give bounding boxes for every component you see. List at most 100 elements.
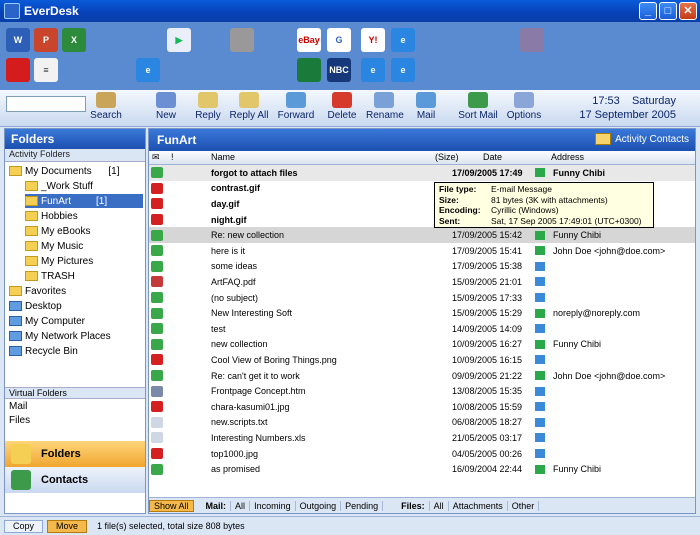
virtual-folder-mail[interactable]: Mail [5,399,145,413]
filter-pending[interactable]: Pending [341,500,384,511]
ie-icon[interactable]: e [391,58,415,82]
sort-mail-button[interactable]: Sort Mail [458,92,498,126]
table-row[interactable]: chara-kasumi01.jpg 10/08/2005 15:59 [149,399,695,415]
message-icon [151,338,163,350]
ie-icon[interactable]: e [391,28,415,52]
row-name: contrast.gif [211,183,261,194]
copy-button[interactable]: Copy [4,519,44,533]
anime-photo-icon[interactable] [520,28,544,52]
attachment-col-icon[interactable]: ! [171,152,174,162]
paint-splash-icon[interactable] [6,58,30,82]
col-size[interactable]: (Size) [435,152,459,162]
table-row[interactable]: test 14/09/2005 14:09 [149,321,695,337]
table-row[interactable]: Interesting Numbers.xls 21/05/2005 03:17 [149,430,695,446]
filter-other[interactable]: Other [508,500,540,511]
table-row[interactable]: Re: new collection 17/09/2005 15:42 Funny … [149,227,695,243]
ie-icon[interactable]: e [136,58,160,82]
ie-icon[interactable]: e [361,58,385,82]
tree-item-my-music[interactable]: My Music [25,239,83,253]
folder-title: FunArt [157,133,197,147]
close-button[interactable]: ✕ [679,2,697,20]
search-button[interactable]: Search [90,92,122,126]
tree-item-recycle-bin[interactable]: Recycle Bin [9,344,78,358]
status-text: 1 file(s) selected, total size 808 bytes [97,521,245,531]
google-icon[interactable]: G [327,28,351,52]
tree-item-work-stuff[interactable]: _Work Stuff [25,179,93,193]
message-icon [151,260,163,272]
options-icon [514,92,534,108]
row-date: 17/09/2005 15:41 [452,245,523,256]
filter-attachments[interactable]: Attachments [449,500,508,511]
filter-outgoing[interactable]: Outgoing [296,500,342,511]
table-row[interactable]: new collection 10/09/2005 16:27 Funny Chib… [149,337,695,353]
tree-item-funart[interactable]: FunArt [1] [25,194,143,208]
clock-date: 17 September 2005 [579,109,676,121]
table-row[interactable]: top1000.jpg 04/05/2005 00:26 [149,446,695,462]
einstein-photo-icon[interactable] [230,28,254,52]
forward-button[interactable]: Forward [276,92,316,126]
reply-button[interactable]: Reply [192,92,224,126]
tree-item-my-network-places[interactable]: My Network Places [9,329,111,343]
table-row[interactable]: Frontpage Concept.htm 13/08/2005 15:35 [149,383,695,399]
row-addr: Funny Chibi [553,167,605,178]
nav-folders-button[interactable]: Folders [5,441,145,467]
search-input[interactable] [6,96,86,112]
media-player-icon[interactable]: ▶ [167,28,191,52]
minimize-button[interactable]: _ [639,2,657,20]
nav-contacts-button[interactable]: Contacts [5,467,145,493]
tree-item-favorites[interactable]: Favorites [9,284,66,298]
tree-item-my-ebooks[interactable]: My eBooks [25,224,90,238]
word-icon[interactable]: W [6,28,30,52]
table-row[interactable]: ArtFAQ.pdf 15/09/2005 21:01 [149,274,695,290]
table-row[interactable]: new.scripts.txt 06/08/2005 18:27 [149,415,695,431]
filter-incoming[interactable]: Incoming [250,500,296,511]
tree-item-hobbies[interactable]: Hobbies [25,209,78,223]
message-icon [151,416,163,428]
new-icon [156,92,176,108]
filter-show-all[interactable]: Show All [149,499,194,512]
title-bar: EverDesk _ □ ✕ [0,0,700,22]
maximize-button[interactable]: □ [659,2,677,20]
filter-mail-all[interactable]: All [231,500,251,511]
envelope-col-icon[interactable]: ✉ [152,152,160,163]
message-icon [151,276,163,288]
col-date[interactable]: Date [483,152,502,162]
table-row[interactable]: some ideas 17/09/2005 15:38 [149,259,695,275]
table-row[interactable]: New Interesting Soft 15/09/2005 15:29 nore… [149,305,695,321]
ebay-icon[interactable]: eBay [297,28,321,52]
tree-item-desktop[interactable]: Desktop [9,299,62,313]
rename-button[interactable]: Rename [366,92,404,126]
delete-button[interactable]: Delete [326,92,358,126]
table-row[interactable]: forgot to attach files 17/09/2005 17:49 Fu… [149,165,695,181]
excel-icon[interactable]: X [62,28,86,52]
reply-all-button[interactable]: Reply All [228,92,270,126]
table-row[interactable]: here is it 17/09/2005 15:41 John Doe <john… [149,243,695,259]
filter-files-all[interactable]: All [430,500,449,511]
activity-contacts-button[interactable]: Activity Contacts [595,133,689,145]
table-row[interactable]: Re: can't get it to work 09/09/2005 21:22… [149,368,695,384]
mail-button[interactable]: Mail [412,92,440,126]
row-date: 15/09/2005 21:01 [452,276,523,287]
msnbc-icon[interactable]: NBC [327,58,351,82]
virtual-folder-files[interactable]: Files [5,413,145,427]
tree-item-my-computer[interactable]: My Computer [9,314,85,328]
move-button[interactable]: Move [47,519,88,533]
row-name: new collection [211,339,268,350]
mail-icon [416,92,436,108]
tree-item-my-pictures[interactable]: My Pictures [25,254,93,268]
yahoo-icon[interactable]: Y! [361,28,385,52]
col-address[interactable]: Address [551,152,584,162]
col-name[interactable]: Name [211,152,235,162]
tree-item-my-documents[interactable]: My Documents [1] [9,164,143,178]
table-row[interactable]: (no subject) 15/09/2005 17:33 [149,290,695,306]
tree-item-trash[interactable]: TRASH [25,269,75,283]
row-date: 14/09/2005 14:09 [452,323,523,334]
new-button[interactable]: New [150,92,182,126]
notepad-icon[interactable]: ≡ [34,58,58,82]
powerpoint-icon[interactable]: P [34,28,58,52]
app-title: EverDesk [24,4,79,18]
table-row[interactable]: Cool View of Boring Things.png 10/09/2005… [149,352,695,368]
options-button[interactable]: Options [506,92,542,126]
globe-icon[interactable] [297,58,321,82]
table-row[interactable]: as promised 16/09/2004 22:44 Funny Chibi [149,461,695,477]
